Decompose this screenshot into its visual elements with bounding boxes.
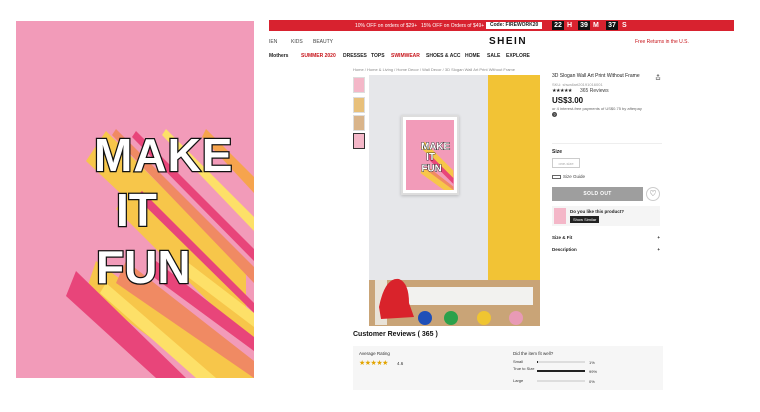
category-shoes-acc[interactable]: SHOES & ACC (426, 53, 461, 59)
size-guide-label: Size Guide (563, 174, 586, 179)
category-dresses[interactable]: DRESSES (343, 53, 367, 59)
nav-beauty[interactable]: BEAUTY (313, 39, 333, 45)
customer-reviews-title: Customer Reviews ( 365 ) (353, 331, 438, 338)
site-header: IEN KIDS BEAUTY SHEIN Free Returns in th… (269, 34, 734, 50)
promo-offer-1: 10% OFF on orders of $29+ (355, 22, 418, 29)
heart-icon[interactable]: ♡ (646, 187, 660, 201)
fit-percent: 0% (589, 379, 595, 384)
poster-image: MAKE IT FUN (16, 21, 254, 378)
fit-bar (537, 370, 585, 372)
help-icon[interactable]: ? (552, 112, 557, 117)
description-accordion[interactable]: Description + (552, 247, 660, 252)
framed-word-make: MAKE (421, 141, 450, 152)
share-icon[interactable] (655, 74, 661, 80)
thumbnail-1[interactable] (353, 77, 365, 93)
average-rating-label: Average Rating (359, 351, 390, 356)
similar-thumbnail (554, 208, 566, 224)
category-home[interactable]: HOME (465, 53, 480, 59)
category-tops[interactable]: TOPS (371, 53, 385, 59)
afterpay-note: or 4 interest-free payments of US$0.75 b… (552, 106, 642, 111)
category-explore[interactable]: EXPLORE (506, 53, 530, 59)
category-mothers[interactable]: Mothers (269, 53, 288, 59)
product-sku: SKU: shwallart20191016001 (552, 82, 603, 87)
size-fit-label: Size & Fit (552, 235, 573, 240)
fit-bar (537, 361, 585, 363)
nav-women[interactable]: IEN (269, 39, 277, 45)
show-similar-button[interactable]: Show Similar (570, 216, 600, 223)
poster-word-fun: FUN (96, 241, 191, 293)
shein-logo[interactable]: SHEIN (489, 36, 527, 47)
framed-word-it: IT (426, 152, 435, 163)
framed-word-fun: FUN (422, 163, 442, 174)
product-price: US$3.00 (552, 96, 584, 105)
framed-poster-art: MAKE IT FUN (420, 141, 454, 190)
countdown-hours-label: H (567, 22, 573, 29)
countdown-minutes: 39 (578, 21, 590, 30)
thumbnail-3[interactable] (353, 115, 365, 131)
divider (552, 143, 662, 144)
main-product-image[interactable]: MAKE IT FUN (369, 75, 540, 326)
description-label: Description (552, 247, 577, 252)
category-swimwear[interactable]: SWIMWEAR (391, 53, 420, 59)
poster-art: MAKE IT FUN (66, 128, 254, 378)
average-rating-value: 4.6 (397, 361, 404, 366)
fit-label: Large (513, 378, 524, 383)
plus-icon: + (657, 247, 660, 252)
fit-label: True to Size (513, 366, 535, 371)
size-label: Size (552, 149, 563, 155)
fit-bar-fill (537, 370, 585, 372)
similar-products-box: Do you like this product? Show Similar (552, 206, 660, 226)
product-page-screenshot: 10% OFF on orders of $29+ 15% OFF on Ord… (269, 20, 734, 394)
reviews-summary: Average Rating ★★★★★ 4.6 Did the item fi… (353, 346, 663, 390)
promo-code: Code: FIREWORK20 (486, 22, 543, 29)
fit-percent: 1% (589, 360, 595, 365)
fit-label: Small (513, 359, 524, 364)
fit-percent: 99% (589, 369, 598, 374)
average-rating-stars: ★★★★★ (359, 360, 388, 367)
ruler-icon (552, 174, 561, 179)
plus-icon: + (657, 235, 660, 240)
product-title: 3D Slogan Wall Art Print Without Frame (552, 73, 640, 79)
sold-out-button[interactable]: SOLD OUT (552, 187, 643, 201)
fit-bar (537, 380, 585, 382)
free-returns-link[interactable]: Free Returns in the U.S. (635, 39, 689, 45)
poster-word-it: IT (116, 184, 157, 236)
breadcrumb[interactable]: Home / Home & Living / Home Decor / Wall… (353, 67, 515, 72)
countdown-hours: 22 (552, 21, 564, 30)
category-nav: Mothers SUMMER 2020 DRESSES TOPS SWIMWEA… (269, 53, 734, 63)
size-fit-accordion[interactable]: Size & Fit + (552, 235, 660, 240)
poster-word-make: MAKE (94, 129, 233, 181)
like-question: Do you like this product? (570, 209, 625, 214)
framed-poster: MAKE IT FUN (401, 115, 459, 195)
countdown-minutes-label: M (593, 22, 599, 29)
promo-offer-2: 15% OFF on Orders of $49+ (421, 22, 485, 29)
countdown-seconds-label: S (622, 22, 627, 29)
nav-kids[interactable]: KIDS (291, 39, 303, 45)
category-sale[interactable]: SALE (487, 53, 500, 59)
rating-stars: ★★★★★ (552, 88, 572, 94)
thumbnail-2[interactable] (353, 97, 365, 113)
thumbnail-4[interactable] (353, 133, 365, 149)
size-guide-link[interactable]: Size Guide (552, 174, 585, 179)
reviews-link[interactable]: 365 Reviews (580, 88, 609, 94)
scene-props (375, 278, 523, 325)
countdown-seconds: 37 (606, 21, 618, 30)
promo-banner[interactable]: 10% OFF on orders of $29+ 15% OFF on Ord… (269, 20, 734, 31)
fit-question: Did the item fit well? (513, 351, 554, 356)
category-summer-2020[interactable]: SUMMER 2020 (301, 53, 336, 59)
size-option[interactable]: one-size (552, 158, 580, 168)
